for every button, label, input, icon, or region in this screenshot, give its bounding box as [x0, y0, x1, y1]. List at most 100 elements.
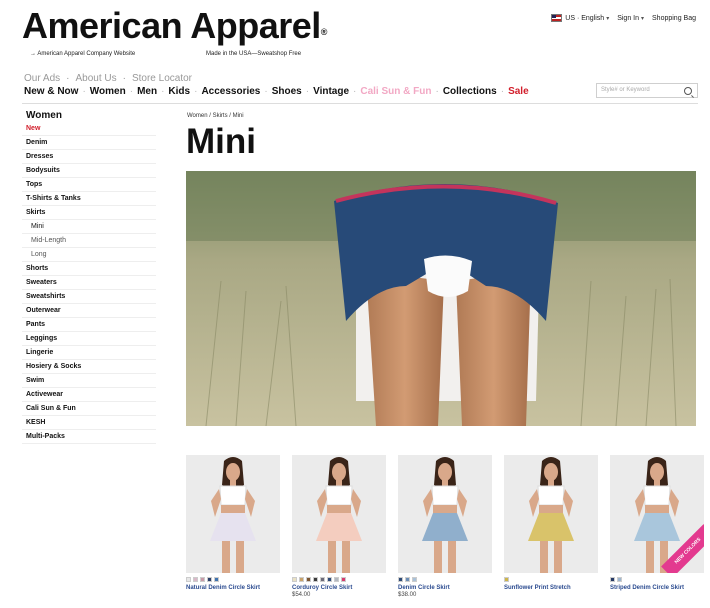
product-card[interactable]: Natural Denim Circle Skirt — [186, 455, 280, 592]
color-swatches — [504, 577, 598, 582]
page-title: Mini — [186, 122, 256, 161]
sidebar-item-mini[interactable]: Mini — [22, 220, 156, 234]
nav-separator: · — [161, 86, 165, 97]
nav-separator: · — [500, 86, 505, 97]
nav-item-women[interactable]: Women — [90, 86, 126, 97]
product-card[interactable]: Corduroy Circle Skirt $54.00 — [292, 455, 386, 598]
sidebar-item-tops[interactable]: Tops — [22, 178, 156, 192]
product-price: $54.00 — [292, 592, 311, 598]
nav-item-accessories[interactable]: Accessories — [201, 86, 260, 97]
locale-selector[interactable]: US · English ▾ — [551, 14, 609, 22]
nav-item-collections[interactable]: Collections — [443, 86, 497, 97]
sidebar-item-multi-packs[interactable]: Multi-Packs — [22, 430, 156, 444]
product-grid: Natural Denim Circle Skirt Corduroy Circl… — [186, 455, 704, 605]
color-swatch[interactable] — [320, 577, 325, 582]
sidebar-item-mid-length[interactable]: Mid-Length — [22, 234, 156, 248]
sidebar-item-bodysuits[interactable]: Bodysuits — [22, 164, 156, 178]
breadcrumb: Women / Skirts / Mini — [187, 113, 244, 119]
color-swatch[interactable] — [327, 577, 332, 582]
sidebar-title: Women — [26, 110, 62, 121]
nav-item-sale[interactable]: Sale — [508, 86, 529, 97]
nav-separator: · — [194, 86, 198, 97]
color-swatch[interactable] — [504, 577, 509, 582]
nav-item-vintage[interactable]: Vintage — [313, 86, 349, 97]
product-name[interactable]: Corduroy Circle Skirt — [292, 585, 386, 592]
color-swatch[interactable] — [610, 577, 615, 582]
product-image[interactable] — [186, 455, 280, 573]
shopping-bag-link[interactable]: Shopping Bag — [652, 15, 696, 22]
product-image[interactable] — [504, 455, 598, 573]
nav-separator: · — [305, 86, 310, 97]
nav-item-kids[interactable]: Kids — [168, 86, 190, 97]
color-swatches — [186, 577, 280, 582]
color-swatch[interactable] — [214, 577, 219, 582]
product-name[interactable]: Natural Denim Circle Skirt — [186, 585, 280, 592]
color-swatches — [610, 577, 704, 582]
search-icon[interactable] — [684, 87, 692, 95]
product-card[interactable]: Denim Circle Skirt $38.00 — [398, 455, 492, 598]
color-swatch[interactable] — [200, 577, 205, 582]
color-swatch[interactable] — [398, 577, 403, 582]
sidebar-item-cali-sun-fun[interactable]: Cali Sun & Fun — [22, 402, 156, 416]
sidebar-item-lingerie[interactable]: Lingerie — [22, 346, 156, 360]
sidebar-item-dresses[interactable]: Dresses — [22, 150, 156, 164]
locale-label: US · English — [565, 14, 605, 22]
sidebar-item-hosiery-socks[interactable]: Hosiery & Socks — [22, 360, 156, 374]
sidebar-item-sweatshirts[interactable]: Sweatshirts — [22, 290, 156, 304]
sidebar-item-swim[interactable]: Swim — [22, 374, 156, 388]
company-website-link[interactable]: → American Apparel Company Website — [30, 51, 135, 57]
tagline: Made in the USA—Sweatshop Free — [206, 51, 302, 57]
nav-separator: · — [129, 86, 134, 97]
tier1-link[interactable]: About Us — [75, 73, 116, 84]
color-swatch[interactable] — [313, 577, 318, 582]
divider — [22, 103, 698, 104]
color-swatch[interactable] — [193, 577, 198, 582]
sidebar-item-activewear[interactable]: Activewear — [22, 388, 156, 402]
search-input[interactable]: Style# or Keyword — [596, 83, 698, 98]
product-card[interactable]: NEW COLORS Striped Denim Circle Skirt — [610, 455, 704, 592]
color-swatch[interactable] — [334, 577, 339, 582]
product-image[interactable] — [398, 455, 492, 573]
sidebar-item-leggings[interactable]: Leggings — [22, 332, 156, 346]
product-name[interactable]: Sunflower Print Stretch — [504, 585, 598, 592]
product-name[interactable]: Striped Denim Circle Skirt — [610, 585, 704, 592]
registered-mark: ® — [320, 27, 328, 37]
sidebar-item-kesh[interactable]: KESH — [22, 416, 156, 430]
sidebar-item-new[interactable]: New — [22, 122, 156, 136]
sidebar-item-sweaters[interactable]: Sweaters — [22, 276, 156, 290]
main-nav: New & Now · Women · Men · Kids · Accessories · Sho… — [24, 86, 529, 97]
color-swatch[interactable] — [306, 577, 311, 582]
signin-link[interactable]: Sign In ▾ — [617, 15, 644, 22]
us-flag-icon — [551, 14, 563, 22]
color-swatch[interactable] — [299, 577, 304, 582]
color-swatch[interactable] — [341, 577, 346, 582]
product-image[interactable] — [292, 455, 386, 573]
product-name[interactable]: Denim Circle Skirt — [398, 585, 492, 592]
search-placeholder: Style# or Keyword — [601, 87, 650, 93]
color-swatch[interactable] — [186, 577, 191, 582]
sidebar-item-denim[interactable]: Denim — [22, 136, 156, 150]
nav-item-new-now[interactable]: New & Now — [24, 86, 78, 97]
brand-logo[interactable]: American Apparel® — [22, 6, 327, 46]
color-swatch[interactable] — [292, 577, 297, 582]
color-swatch[interactable] — [405, 577, 410, 582]
color-swatch[interactable] — [412, 577, 417, 582]
nav-item-cali-sun-fun[interactable]: Cali Sun & Fun — [360, 86, 431, 97]
color-swatch[interactable] — [207, 577, 212, 582]
sidebar-item-long[interactable]: Long — [22, 248, 156, 262]
utility-bar: US · English ▾ Sign In ▾ Shopping Bag — [551, 14, 696, 22]
category-sidebar: Women New Denim Dresses Bodysuits Tops T-Shir… — [22, 109, 156, 444]
sidebar-item-t-shirts-tanks[interactable]: T-Shirts & Tanks — [22, 192, 156, 206]
sidebar-item-outerwear[interactable]: Outerwear — [22, 304, 156, 318]
tier1-link[interactable]: Our Ads — [24, 73, 60, 84]
color-swatch[interactable] — [617, 577, 622, 582]
sidebar-item-shorts[interactable]: Shorts — [22, 262, 156, 276]
nav-item-shoes[interactable]: Shoes — [272, 86, 302, 97]
nav-item-men[interactable]: Men — [137, 86, 157, 97]
sidebar-item-pants[interactable]: Pants — [22, 318, 156, 332]
product-image[interactable]: NEW COLORS — [610, 455, 704, 573]
product-card[interactable]: Sunflower Print Stretch — [504, 455, 598, 592]
sidebar-item-skirts[interactable]: Skirts — [22, 206, 156, 220]
separator: · — [66, 73, 70, 84]
tier1-link[interactable]: Store Locator — [132, 73, 192, 84]
